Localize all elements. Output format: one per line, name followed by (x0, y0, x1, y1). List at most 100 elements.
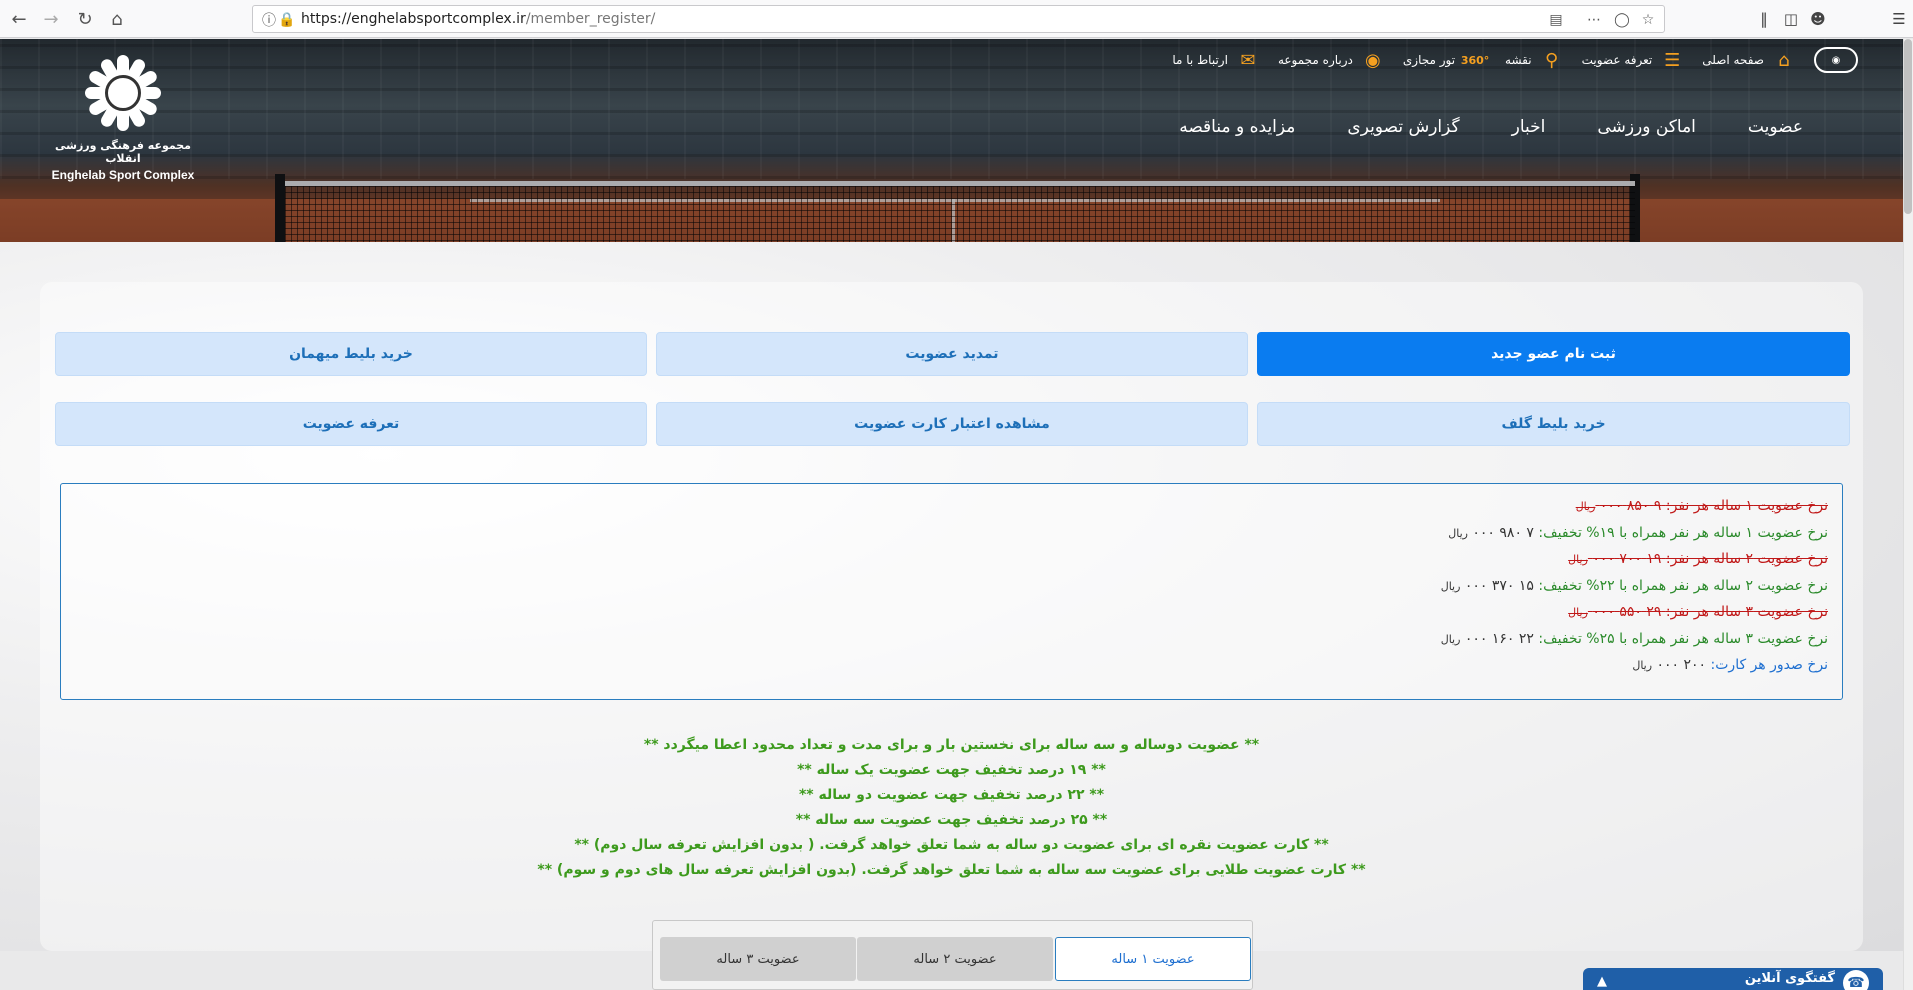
rate-label: نرخ عضویت ۳ ساله هر نفر: (1665, 604, 1828, 620)
rate-unit: ریال (1632, 659, 1653, 672)
info-icon[interactable]: ⓘ (259, 10, 279, 30)
mainnav-membership[interactable]: عضویت (1748, 117, 1803, 137)
headset-icon: ☎ (1843, 970, 1869, 990)
rate-value: ۱۵ ۳۷۰ ۰۰۰ (1464, 577, 1534, 594)
top-nav: ◉ ⌂ صفحه اصلی ☰ تعرفه عضویت ⚲ نقشه 360° … (1172, 47, 1858, 73)
card-validity-button[interactable]: مشاهده اعتبار کارت عضویت (656, 402, 1248, 446)
rate-unit: ریال (1448, 526, 1468, 540)
logo-title-en: Enghelab Sport Complex (51, 168, 195, 182)
home-icon[interactable]: ⌂ (104, 6, 130, 32)
pocket-icon[interactable]: ◯ (1612, 10, 1632, 30)
site-logo[interactable]: مجموعه فرهنگی ورزشی انقلاب Enghelab Spor… (48, 53, 198, 182)
golf-ticket-button[interactable]: خرید بلیط گلف (1257, 402, 1850, 446)
map-pin-icon: ⚲ (1545, 49, 1559, 71)
page-scrollbar[interactable] (1903, 39, 1913, 990)
reader-view-icon[interactable]: ▤ (1546, 10, 1566, 30)
rate-label: نرخ عضویت ۲ ساله هر نفر: (1665, 551, 1828, 567)
topnav-tariff[interactable]: ☰ تعرفه عضویت (1582, 49, 1685, 71)
url-text: https://enghelabsportcomplex.ir/member_r… (301, 11, 655, 27)
topnav-virtual-tour[interactable]: 360° تور مجازی (1402, 49, 1490, 71)
list-icon: ☰ (1664, 49, 1681, 71)
topnav-label: صفحه اصلی (1702, 53, 1764, 67)
back-icon[interactable]: ← (6, 6, 32, 32)
360-icon: 360° (1460, 53, 1490, 67)
forward-icon[interactable]: → (38, 6, 64, 32)
rate-value: ۱۹ ۷۰۰ ۰۰۰ (1592, 551, 1662, 567)
topnav-about[interactable]: ◉ درباره مجموعه (1278, 49, 1385, 71)
rate-unit: ریال (1440, 632, 1461, 646)
url-host: https://enghelabsportcomplex.ir (301, 11, 526, 27)
url-path: /member_register/ (525, 11, 656, 27)
rate-line: نرخ عضویت ۳ ساله هر نفر: ۲۹ ۵۵۰ ۰۰۰ ریال (61, 604, 1828, 631)
rate-value: ۹ ۸۵۰ ۰۰۰ (1599, 498, 1662, 514)
rate-line: نرخ عضویت ۳ ساله هر نفر همراه با ۲۵% تخف… (61, 631, 1828, 658)
mainnav-gallery[interactable]: گزارش تصویری (1347, 117, 1459, 137)
browser-toolbar: ← → ↻ ⌂ ⓘ 🔒 https://enghelabsportcomplex… (0, 0, 1913, 38)
sidebar-icon[interactable]: ◫ (1780, 8, 1802, 30)
tab-two-year[interactable]: عضویت ۲ ساله (857, 937, 1053, 981)
mainnav-news[interactable]: اخبار (1512, 117, 1546, 137)
main-nav: عضویت اماکن ورزشی اخبار گزارش تصویری مزا… (1179, 117, 1803, 137)
topnav-label: تور مجازی (1402, 53, 1456, 67)
rate-line: نرخ عضویت ۱ ساله هر نفر همراه با ۱۹% تخف… (61, 525, 1828, 552)
mainnav-tenders[interactable]: مزایده و مناقصه (1179, 117, 1295, 137)
topnav-label: ارتباط با ما (1172, 53, 1228, 67)
account-icon[interactable]: ☻ (1807, 8, 1829, 30)
tab-one-year[interactable]: عضویت ۱ ساله (1055, 937, 1251, 981)
rate-value: ۲۹ ۵۵۰ ۰۰۰ (1592, 604, 1662, 620)
menu-icon[interactable]: ☰ (1888, 8, 1910, 30)
note-line: ** کارت عضویت طلایی برای عضویت سه ساله ب… (537, 862, 1366, 878)
topnav-map[interactable]: ⚲ نقشه (1505, 49, 1564, 71)
address-bar[interactable]: ⓘ 🔒 https://enghelabsportcomplex.ir/memb… (252, 5, 1665, 33)
new-member-button[interactable]: ثبت نام عضو جدید (1257, 332, 1850, 376)
mainnav-sport-venues[interactable]: اماکن ورزشی (1597, 117, 1696, 137)
membership-duration-tabs: عضویت ۱ ساله عضویت ۲ ساله عضویت ۳ ساله (652, 920, 1253, 990)
rate-line: نرخ عضویت ۲ ساله هر نفر: ۱۹ ۷۰۰ ۰۰۰ ریال (61, 551, 1828, 578)
mail-icon: ✉ (1240, 49, 1256, 71)
topnav-label: نقشه (1505, 53, 1532, 67)
rate-label: نرخ صدور هر کارت: (1710, 657, 1828, 673)
rate-label: نرخ عضویت ۱ ساله هر نفر: (1665, 498, 1828, 514)
membership-notes: ** عضویت دوساله و سه ساله برای نخستین با… (0, 733, 1903, 883)
topnav-label: تعرفه عضویت (1581, 53, 1653, 67)
rate-unit: ریال (1568, 553, 1588, 566)
rate-label: نرخ عضویت ۲ ساله هر نفر همراه با ۲۲% تخف… (1538, 577, 1828, 594)
note-line: ** ۲۵ درصد تخفیف جهت عضویت سه ساله ** (795, 812, 1108, 828)
rates-box: نرخ عضویت ۱ ساله هر نفر: ۹ ۸۵۰ ۰۰۰ ریال … (60, 483, 1843, 700)
chevron-up-icon[interactable]: ▲ (1597, 971, 1607, 990)
online-chat-widget[interactable]: ☎ گفتگوی آنلاین ▲ (1583, 968, 1883, 990)
rate-line: نرخ عضویت ۱ ساله هر نفر: ۹ ۸۵۰ ۰۰۰ ریال (61, 498, 1828, 525)
rate-unit: ریال (1440, 579, 1461, 593)
rate-value: ۷ ۹۸۰ ۰۰۰ (1472, 524, 1534, 541)
note-line: ** ۲۲ درصد تخفیف جهت عضویت دو ساله ** (798, 787, 1105, 803)
more-icon[interactable]: ⋯ (1584, 10, 1604, 30)
rate-line: نرخ صدور هر کارت: ۲۰۰ ۰۰۰ ریال (61, 657, 1828, 684)
note-line: ** ۱۹ درصد تخفیف جهت عضویت یک ساله ** (797, 762, 1106, 778)
rate-value: ۲۰۰ ۰۰۰ (1656, 657, 1707, 673)
logo-title-fa: مجموعه فرهنگی ورزشی انقلاب (55, 139, 191, 165)
lock-icon: 🔒 (278, 12, 296, 28)
tab-three-year[interactable]: عضویت ۳ ساله (660, 937, 856, 981)
logo-emblem-icon (83, 53, 163, 133)
membership-tariff-button[interactable]: تعرفه عضویت (55, 402, 647, 446)
guest-ticket-button[interactable]: خرید بلیط میهمان (55, 332, 647, 376)
topnav-home[interactable]: ⌂ صفحه اصلی (1702, 49, 1796, 71)
topnav-label: درباره مجموعه (1277, 53, 1353, 67)
bookmark-star-icon[interactable]: ☆ (1638, 10, 1658, 30)
info-icon: ◉ (1365, 49, 1381, 71)
renew-membership-button[interactable]: تمدید عضویت (656, 332, 1248, 376)
topnav-contact[interactable]: ✉ ارتباط با ما (1172, 49, 1260, 71)
home-icon: ⌂ (1778, 49, 1790, 71)
library-icon[interactable]: ‖ (1753, 8, 1775, 30)
rate-unit: ریال (1568, 606, 1588, 619)
brand-badge-icon[interactable]: ◉ (1814, 47, 1858, 73)
rate-unit: ریال (1575, 500, 1596, 513)
reload-icon[interactable]: ↻ (72, 6, 98, 32)
chat-label: گفتگوی آنلاین (1744, 971, 1835, 986)
scrollbar-thumb[interactable] (1904, 39, 1912, 214)
rate-line: نرخ عضویت ۲ ساله هر نفر همراه با ۲۲% تخف… (61, 578, 1828, 605)
rate-label: نرخ عضویت ۳ ساله هر نفر همراه با ۲۵% تخف… (1538, 630, 1828, 647)
rate-value: ۲۲ ۱۶۰ ۰۰۰ (1464, 630, 1534, 647)
note-line: ** کارت عضویت نقره ای برای عضویت دو ساله… (574, 837, 1329, 853)
rate-label: نرخ عضویت ۱ ساله هر نفر همراه با ۱۹% تخف… (1538, 524, 1828, 541)
